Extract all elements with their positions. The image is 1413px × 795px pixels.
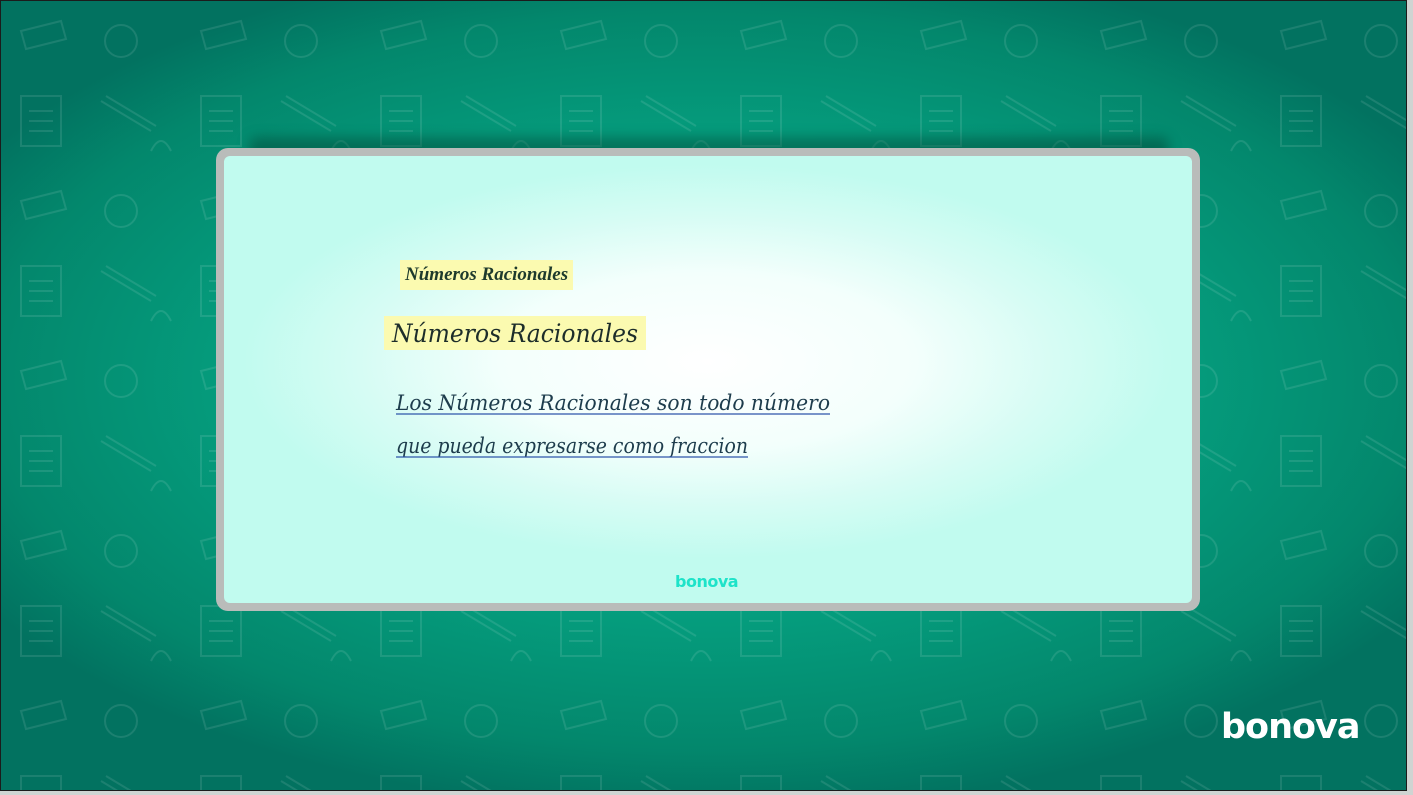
title-script: Números Racionales — [384, 316, 646, 350]
presentation-slide: Números Racionales Números Racionales Lo… — [0, 0, 1407, 791]
bonova-logo: bonova — [1221, 707, 1360, 747]
panel-bonova-logo: bonova — [675, 572, 739, 591]
title-script-text: Números Racionales — [391, 319, 638, 348]
body-text: Los Números Racionales son todo número q… — [395, 391, 830, 458]
content-panel-inner: Números Racionales Números Racionales Lo… — [224, 156, 1192, 603]
content-panel: Números Racionales Números Racionales Lo… — [216, 148, 1200, 611]
body-line-2: que pueda expresarse como fraccion — [396, 434, 748, 458]
title-printed: Números Racionales — [400, 260, 574, 290]
body-line-1: Los Números Racionales son todo número — [395, 391, 830, 415]
